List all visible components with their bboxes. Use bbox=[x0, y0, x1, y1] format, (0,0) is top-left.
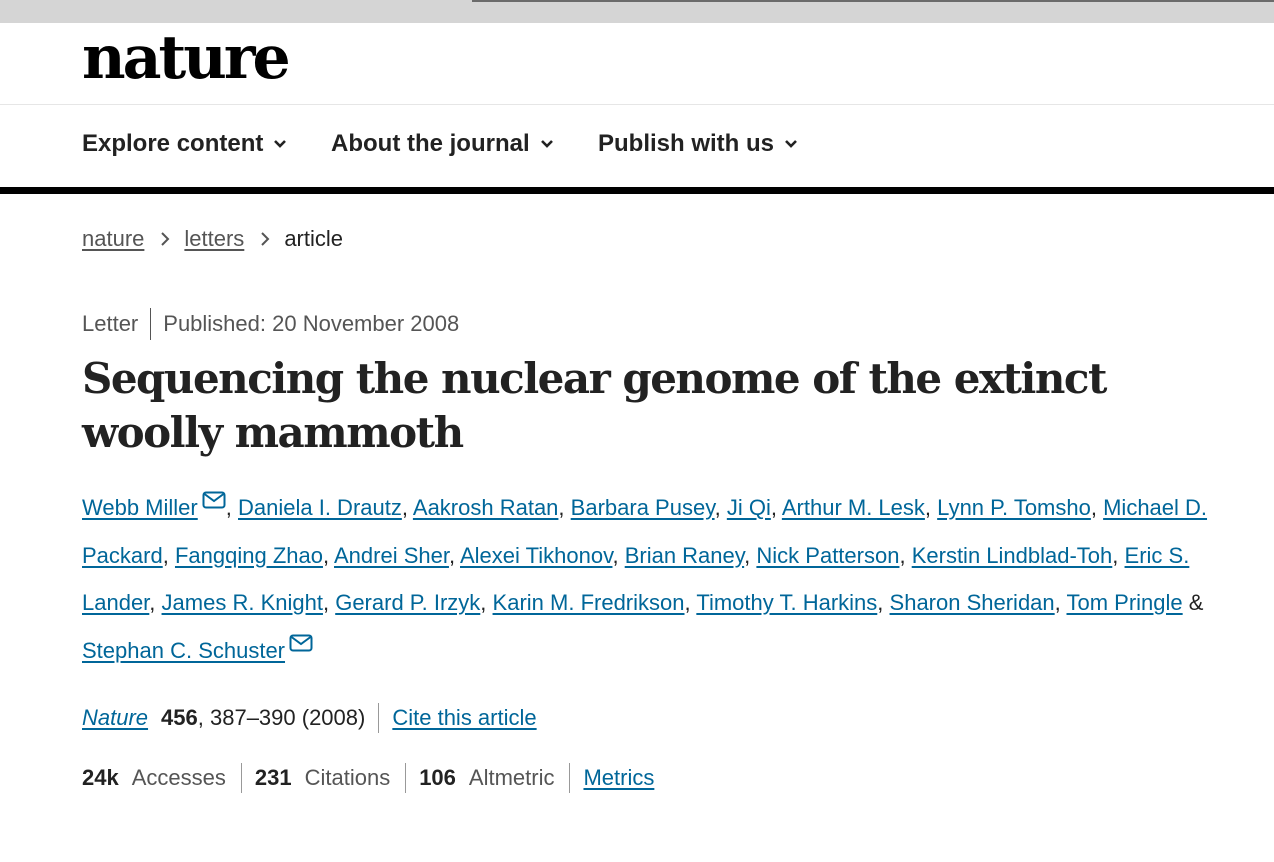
author-link[interactable]: Kerstin Lindblad-Toh bbox=[912, 543, 1113, 568]
author-separator: , bbox=[1112, 542, 1119, 568]
divider bbox=[405, 763, 407, 793]
divider bbox=[378, 703, 380, 733]
author-separator: , bbox=[924, 495, 932, 520]
citations-count: 231 bbox=[254, 765, 292, 790]
author-separator: , bbox=[162, 542, 169, 568]
author-link[interactable]: Andrei Sher bbox=[334, 543, 449, 568]
nav-label-publish-with-us: Publish with us bbox=[598, 130, 775, 157]
author-link[interactable]: Gerard P. Irzyk bbox=[335, 590, 480, 615]
author-link[interactable]: Lynn P. Tomsho bbox=[937, 495, 1091, 520]
author-link[interactable]: Daniela I. Drautz bbox=[238, 495, 402, 520]
metrics-link[interactable]: Metrics bbox=[583, 765, 654, 791]
citation-line: Nature 456 , 387–390 (2008) Cite this ar… bbox=[82, 702, 537, 734]
author-separator: & bbox=[1188, 590, 1204, 615]
citations-label: Citations bbox=[304, 765, 391, 790]
author-link[interactable]: Brian Raney bbox=[625, 543, 744, 568]
author-link[interactable]: Alexei Tikhonov bbox=[460, 543, 612, 568]
nav-label-explore-content: Explore content bbox=[82, 130, 264, 157]
author-separator: , bbox=[448, 542, 456, 568]
breadcrumb-current: article bbox=[284, 226, 343, 251]
nav-about-journal[interactable]: About the journal bbox=[331, 130, 554, 158]
article-title: Sequencing the nuclear genome of the ext… bbox=[82, 354, 1107, 457]
author-link[interactable]: Timothy T. Harkins bbox=[696, 590, 877, 615]
author-separator: , bbox=[401, 495, 408, 520]
author-separator: , bbox=[225, 495, 232, 520]
author-link[interactable]: Barbara Pusey bbox=[571, 495, 715, 520]
breadcrumb-link-nature[interactable]: nature bbox=[82, 226, 144, 252]
author-link[interactable]: Arthur M. Lesk bbox=[782, 495, 925, 520]
main-nav: Explore content About the journal Publis… bbox=[0, 105, 1274, 194]
author-separator: , bbox=[149, 590, 156, 615]
nav-explore-content[interactable]: Explore content bbox=[82, 130, 287, 158]
breadcrumb-link-letters[interactable]: letters bbox=[184, 226, 244, 252]
accesses-label: Accesses bbox=[131, 765, 226, 790]
author-separator: , bbox=[1054, 590, 1061, 615]
divider bbox=[150, 308, 152, 340]
author-link[interactable]: Webb Miller bbox=[82, 495, 198, 520]
author-separator: , bbox=[1090, 495, 1097, 520]
metrics-bar: 24k Accesses 231 Citations 106 Altmetric… bbox=[82, 762, 654, 794]
author-link[interactable]: Fangqing Zhao bbox=[175, 543, 323, 568]
chevron-down-icon bbox=[274, 140, 287, 148]
author-link[interactable]: Nick Patterson bbox=[756, 543, 899, 568]
author-link[interactable]: James R. Knight bbox=[162, 590, 323, 615]
author-separator: , bbox=[322, 590, 330, 615]
top-ad-band bbox=[0, 0, 1274, 23]
nav-label-about-journal: About the journal bbox=[331, 130, 530, 157]
mail-icon[interactable] bbox=[289, 634, 313, 652]
author-link[interactable]: Karin M. Fredrikson bbox=[493, 590, 685, 615]
author-separator: , bbox=[612, 542, 619, 568]
author-link[interactable]: Sharon Sheridan bbox=[890, 590, 1055, 615]
ad-strip bbox=[472, 0, 1274, 2]
chevron-right-icon bbox=[160, 231, 170, 247]
altmetric-label: Altmetric bbox=[468, 765, 555, 790]
chevron-down-icon bbox=[540, 140, 553, 148]
chevron-down-icon bbox=[785, 140, 797, 148]
author-separator: , bbox=[744, 542, 751, 568]
author-separator: , bbox=[322, 542, 330, 568]
masthead: nature bbox=[0, 23, 1274, 105]
author-separator: , bbox=[480, 590, 487, 615]
breadcrumb: nature letters article bbox=[82, 226, 343, 252]
altmetric-count: 106 bbox=[419, 765, 456, 790]
nav-publish-with-us[interactable]: Publish with us bbox=[598, 130, 798, 158]
author-list: Webb Miller, Daniela I. Drautz, Aakrosh … bbox=[82, 484, 1222, 674]
journal-link[interactable]: Nature bbox=[82, 705, 148, 731]
nature-logo[interactable]: nature bbox=[82, 28, 291, 88]
author-separator: , bbox=[877, 590, 884, 615]
published-date: Published: 20 November 2008 bbox=[163, 311, 460, 336]
divider bbox=[240, 763, 242, 793]
author-separator: , bbox=[558, 495, 565, 520]
author-link[interactable]: Ji Qi bbox=[727, 495, 771, 520]
author-link[interactable]: Aakrosh Ratan bbox=[413, 495, 559, 520]
cite-this-article-link[interactable]: Cite this article bbox=[392, 705, 536, 731]
author-separator: , bbox=[899, 542, 906, 568]
article-meta: Letter Published: 20 November 2008 bbox=[82, 308, 459, 340]
author-separator: , bbox=[770, 495, 777, 520]
divider bbox=[569, 763, 571, 793]
author-link[interactable]: Stephan C. Schuster bbox=[82, 638, 285, 663]
author-link[interactable]: Tom Pringle bbox=[1067, 590, 1183, 615]
volume: 456 bbox=[161, 705, 198, 730]
pages-year: , 387–390 (2008) bbox=[197, 705, 366, 730]
author-separator: , bbox=[714, 495, 721, 520]
accesses-count: 24k bbox=[82, 765, 119, 790]
author-separator: , bbox=[684, 590, 691, 615]
mail-icon[interactable] bbox=[202, 491, 226, 509]
chevron-right-icon bbox=[260, 231, 270, 247]
article-type: Letter bbox=[82, 311, 139, 336]
